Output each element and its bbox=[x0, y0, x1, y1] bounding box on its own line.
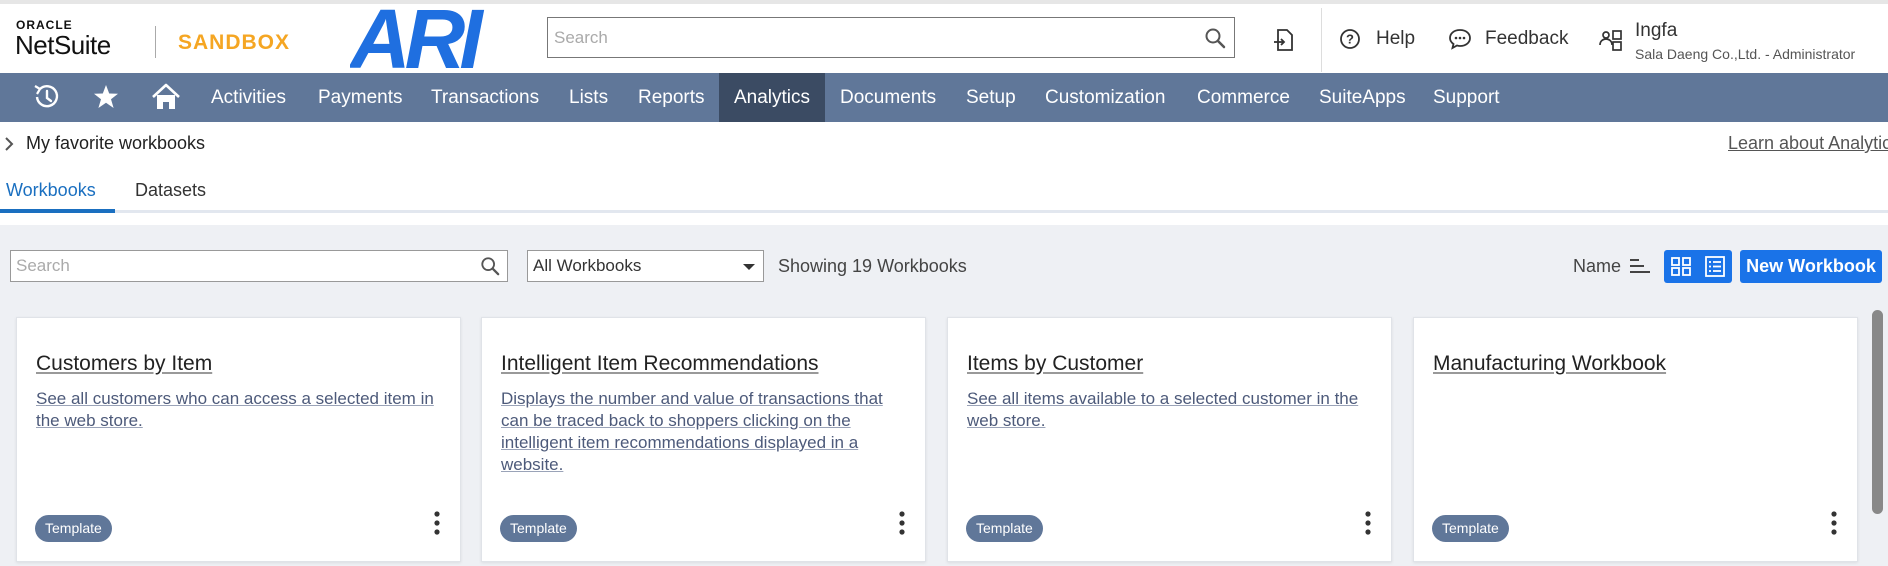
global-search-input[interactable] bbox=[548, 18, 1188, 57]
vertical-scrollbar[interactable] bbox=[1870, 308, 1886, 566]
nav-documents[interactable]: Documents bbox=[825, 73, 951, 122]
learn-about-analytics-link[interactable]: Learn about Analytics bbox=[1728, 133, 1888, 154]
tab-divider bbox=[115, 210, 1888, 213]
header: ORACLE NetSuite SANDBOX ARI ? Help Feedb… bbox=[0, 4, 1888, 73]
netsuite-logo[interactable]: NetSuite bbox=[15, 30, 111, 61]
workbook-title[interactable]: Manufacturing Workbook bbox=[1433, 352, 1666, 376]
nav-analytics[interactable]: Analytics bbox=[719, 73, 825, 122]
nav-support[interactable]: Support bbox=[1418, 73, 1515, 122]
user-role[interactable]: Sala Daeng Co.,Ltd. - Administrator bbox=[1635, 46, 1855, 62]
workbook-search bbox=[10, 250, 508, 282]
active-tab-indicator bbox=[0, 209, 115, 213]
more-options-icon[interactable] bbox=[1358, 509, 1378, 539]
favorite-workbooks-toggle[interactable]: My favorite workbooks bbox=[26, 133, 205, 154]
feedback-link[interactable]: Feedback bbox=[1485, 28, 1568, 50]
recent-history-icon[interactable] bbox=[30, 73, 62, 122]
chevron-down-icon bbox=[743, 264, 755, 270]
logo-divider bbox=[155, 26, 156, 58]
workbook-card[interactable]: Customers by Item See all customers who … bbox=[16, 317, 461, 562]
workbook-card[interactable]: Manufacturing Workbook Template bbox=[1413, 317, 1858, 562]
workbook-filter-select[interactable]: All Workbooks bbox=[527, 250, 764, 282]
brand-logo-text: ARI bbox=[350, 4, 484, 72]
main-nav: Activities Payments Transactions Lists R… bbox=[0, 73, 1888, 122]
tab-workbooks[interactable]: Workbooks bbox=[6, 180, 96, 201]
nav-suiteapps[interactable]: SuiteApps bbox=[1304, 73, 1421, 122]
list-view-icon bbox=[1705, 256, 1725, 277]
workbook-search-input[interactable] bbox=[11, 251, 471, 281]
help-link[interactable]: Help bbox=[1376, 28, 1415, 50]
workbook-card[interactable]: Items by Customer See all items availabl… bbox=[947, 317, 1392, 562]
nav-activities[interactable]: Activities bbox=[196, 73, 301, 122]
brand-logo: ARI bbox=[350, 4, 490, 72]
header-divider bbox=[1321, 8, 1322, 72]
home-icon[interactable] bbox=[150, 73, 182, 122]
workbook-title[interactable]: Intelligent Item Recommendations bbox=[501, 352, 819, 376]
sandbox-label: SANDBOX bbox=[178, 31, 291, 54]
sort-label[interactable]: Name bbox=[1573, 256, 1621, 277]
template-badge: Template bbox=[1432, 515, 1509, 542]
tab-datasets[interactable]: Datasets bbox=[135, 180, 206, 201]
workbook-filter-value: All Workbooks bbox=[533, 256, 642, 275]
nav-transactions[interactable]: Transactions bbox=[416, 73, 554, 122]
nav-payments[interactable]: Payments bbox=[303, 73, 417, 122]
workbook-title[interactable]: Items by Customer bbox=[967, 352, 1143, 376]
nav-commerce[interactable]: Commerce bbox=[1182, 73, 1305, 122]
grid-view-icon bbox=[1671, 257, 1691, 276]
user-name[interactable]: Ingfa bbox=[1635, 20, 1677, 42]
nav-lists[interactable]: Lists bbox=[554, 73, 623, 122]
nav-reports[interactable]: Reports bbox=[623, 73, 720, 122]
global-search bbox=[547, 17, 1235, 58]
chevron-right-icon[interactable] bbox=[3, 136, 15, 152]
workbook-description[interactable]: Displays the number and value of transac… bbox=[501, 388, 911, 476]
search-icon[interactable] bbox=[480, 256, 500, 276]
sort-icon[interactable] bbox=[1629, 257, 1651, 275]
help-icon[interactable]: ? bbox=[1339, 28, 1361, 50]
template-badge: Template bbox=[966, 515, 1043, 542]
role-switch-icon[interactable] bbox=[1598, 28, 1624, 52]
svg-text:?: ? bbox=[1346, 32, 1354, 47]
workbook-card[interactable]: Intelligent Item Recommendations Display… bbox=[481, 317, 926, 562]
favorites-star-icon[interactable] bbox=[91, 73, 121, 122]
recent-records-icon[interactable] bbox=[1273, 28, 1295, 52]
workbook-count: Showing 19 Workbooks bbox=[778, 256, 967, 276]
nav-customization[interactable]: Customization bbox=[1030, 73, 1180, 122]
workbook-description[interactable]: See all items available to a selected cu… bbox=[967, 388, 1377, 432]
more-options-icon[interactable] bbox=[427, 509, 447, 539]
nav-setup[interactable]: Setup bbox=[951, 73, 1031, 122]
view-toggle bbox=[1664, 250, 1732, 283]
search-icon[interactable] bbox=[1204, 27, 1226, 49]
workbook-title[interactable]: Customers by Item bbox=[36, 352, 212, 376]
new-workbook-button[interactable]: New Workbook bbox=[1740, 250, 1882, 283]
list-view-button[interactable] bbox=[1698, 250, 1732, 283]
more-options-icon[interactable] bbox=[892, 509, 912, 539]
template-badge: Template bbox=[35, 515, 112, 542]
workbook-description[interactable]: See all customers who can access a selec… bbox=[36, 388, 446, 432]
more-options-icon[interactable] bbox=[1824, 509, 1844, 539]
feedback-icon[interactable] bbox=[1448, 28, 1472, 50]
grid-view-button[interactable] bbox=[1664, 250, 1698, 283]
scrollbar-thumb[interactable] bbox=[1872, 310, 1883, 514]
template-badge: Template bbox=[500, 515, 577, 542]
